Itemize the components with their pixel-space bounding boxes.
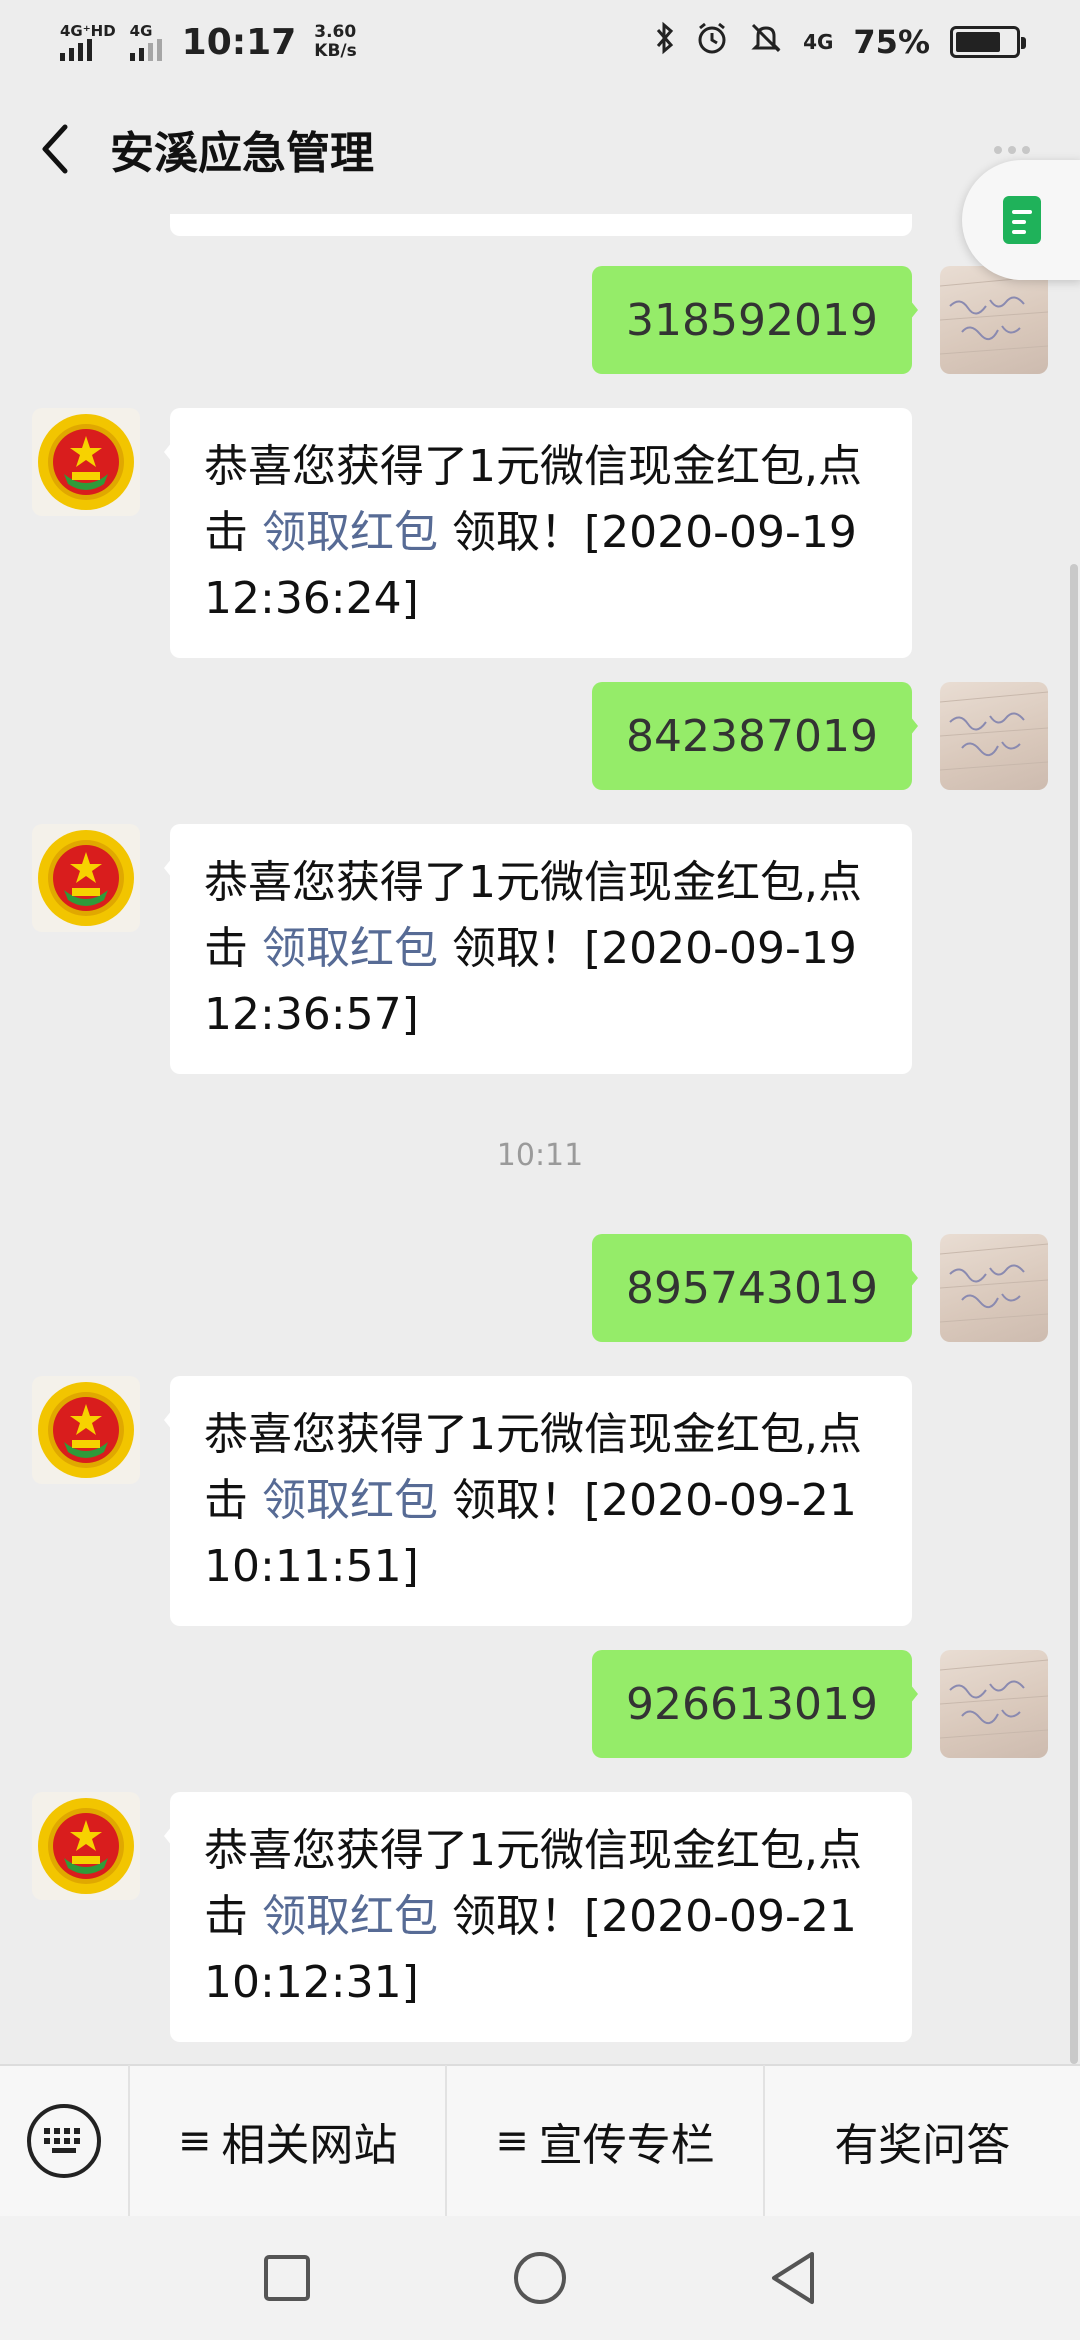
sim1-label: 4G⁺HD [60, 22, 116, 40]
speed-unit: KB/s [314, 41, 357, 61]
document-icon [1003, 196, 1041, 244]
message-bubble-partial[interactable]: 年09月22日前都可以领取奖品。 [170, 214, 912, 236]
message-text: 842387019 [626, 710, 878, 762]
bluetooth-icon [655, 21, 675, 63]
scrollbar[interactable] [1070, 564, 1078, 2064]
floating-window-button[interactable] [962, 160, 1080, 280]
menu-item-label: 相关网站 [221, 2120, 398, 2171]
emblem-icon [38, 1382, 134, 1478]
user-avatar[interactable] [940, 1234, 1048, 1342]
menu-publicity-column[interactable]: ≡ 宣传专栏 [447, 2065, 765, 2217]
emblem-avatar[interactable] [32, 408, 140, 516]
menu-related-sites[interactable]: ≡ 相关网站 [130, 2065, 448, 2217]
status-time: 10:17 [181, 21, 297, 63]
message-timestamp: 10:11 [496, 1138, 584, 1173]
recent-apps-icon [263, 2255, 310, 2301]
user-avatar[interactable] [940, 1650, 1048, 1758]
incoming-message-bubble[interactable]: 恭喜您获得了1元微信现金红包,点击 领取红包 领取！[2020-09-21 10… [164, 1792, 912, 2042]
claim-red-packet-link[interactable]: 领取红包 [262, 923, 438, 974]
handwriting-photo-icon [940, 275, 1048, 355]
incoming-message-bubble[interactable]: 恭喜您获得了1元微信现金红包,点击 领取红包 领取！[2020-09-19 12… [164, 824, 912, 1074]
message-text: 895743019 [626, 1262, 878, 1314]
menu-list-icon: ≡ [495, 2118, 529, 2164]
user-avatar[interactable] [940, 266, 1048, 374]
claim-red-packet-link[interactable]: 领取红包 [262, 507, 438, 558]
status-bar: 4G⁺HD 4G 10:17 3.60 KB/s 4G 75% [0, 0, 1080, 84]
user-avatar[interactable] [940, 682, 1048, 790]
message-text: 年09月22日前都可以领取奖品。 [204, 214, 844, 228]
signal-sim1: 4G⁺HD [60, 23, 116, 61]
menu-list-icon: ≡ [177, 2118, 212, 2164]
menu-item-label: 有奖问答 [834, 2120, 1011, 2171]
back-nav-icon [772, 2252, 815, 2304]
service-menu: ≡ 相关网站 ≡ 宣传专栏 有奖问答 [0, 2064, 1080, 2217]
signal-bars-icon [129, 39, 162, 61]
back-nav-button[interactable] [753, 2238, 833, 2318]
claim-red-packet-link[interactable]: 领取红包 [262, 1475, 438, 1526]
message-text: 926613019 [626, 1678, 878, 1730]
handwriting-photo-icon [940, 1659, 1048, 1739]
more-options-icon[interactable] [994, 146, 1030, 154]
signal-sim2: 4G [129, 22, 162, 61]
incoming-message-bubble[interactable]: 恭喜您获得了1元微信现金红包,点击 领取红包 领取！[2020-09-21 10… [164, 1376, 912, 1626]
emblem-icon [38, 1798, 134, 1894]
system-nav-bar [0, 2216, 1080, 2340]
menu-prize-quiz[interactable]: 有奖问答 [765, 2065, 1080, 2217]
outgoing-message-bubble[interactable]: 318592019 [592, 266, 918, 374]
network-type: 4G [803, 30, 834, 54]
sim2-label: 4G [129, 22, 153, 40]
claim-red-packet-link[interactable]: 领取红包 [262, 1891, 438, 1942]
signal-bars-icon [60, 39, 92, 61]
emblem-avatar[interactable] [32, 1376, 140, 1484]
battery-percent: 75% [853, 23, 930, 61]
chat-area[interactable]: 年09月22日前都可以领取奖品。 318592019 恭喜您获得了1元微信现金红包… [0, 214, 1080, 2064]
outgoing-message-bubble[interactable]: 895743019 [592, 1234, 918, 1342]
handwriting-photo-icon [940, 691, 1048, 771]
page-title: 安溪应急管理 [110, 128, 374, 179]
recent-apps-button[interactable] [247, 2238, 327, 2318]
handwriting-photo-icon [940, 1243, 1048, 1323]
emblem-avatar[interactable] [32, 824, 140, 932]
home-icon [513, 2252, 566, 2304]
home-button[interactable] [500, 2238, 580, 2318]
mute-icon [749, 21, 783, 63]
battery-icon [950, 26, 1026, 58]
incoming-message-bubble[interactable]: 恭喜您获得了1元微信现金红包,点击 领取红包 领取！[2020-09-19 12… [164, 408, 912, 658]
chevron-left-icon [42, 124, 68, 174]
message-text: 318592019 [626, 294, 878, 346]
menu-item-label: 宣传专栏 [538, 2120, 715, 2171]
chat-header: 安溪应急管理 [0, 84, 1080, 280]
alarm-icon [695, 21, 729, 63]
emblem-avatar[interactable] [32, 1792, 140, 1900]
network-speed: 3.60 KB/s [314, 23, 356, 61]
back-button[interactable] [0, 84, 110, 214]
emblem-icon [38, 414, 134, 510]
keyboard-icon [27, 2104, 101, 2178]
speed-value: 3.60 [314, 22, 357, 42]
outgoing-message-bubble[interactable]: 926613019 [592, 1650, 918, 1758]
emblem-icon [38, 830, 134, 926]
keyboard-toggle-button[interactable] [0, 2065, 130, 2217]
outgoing-message-bubble[interactable]: 842387019 [592, 682, 918, 790]
